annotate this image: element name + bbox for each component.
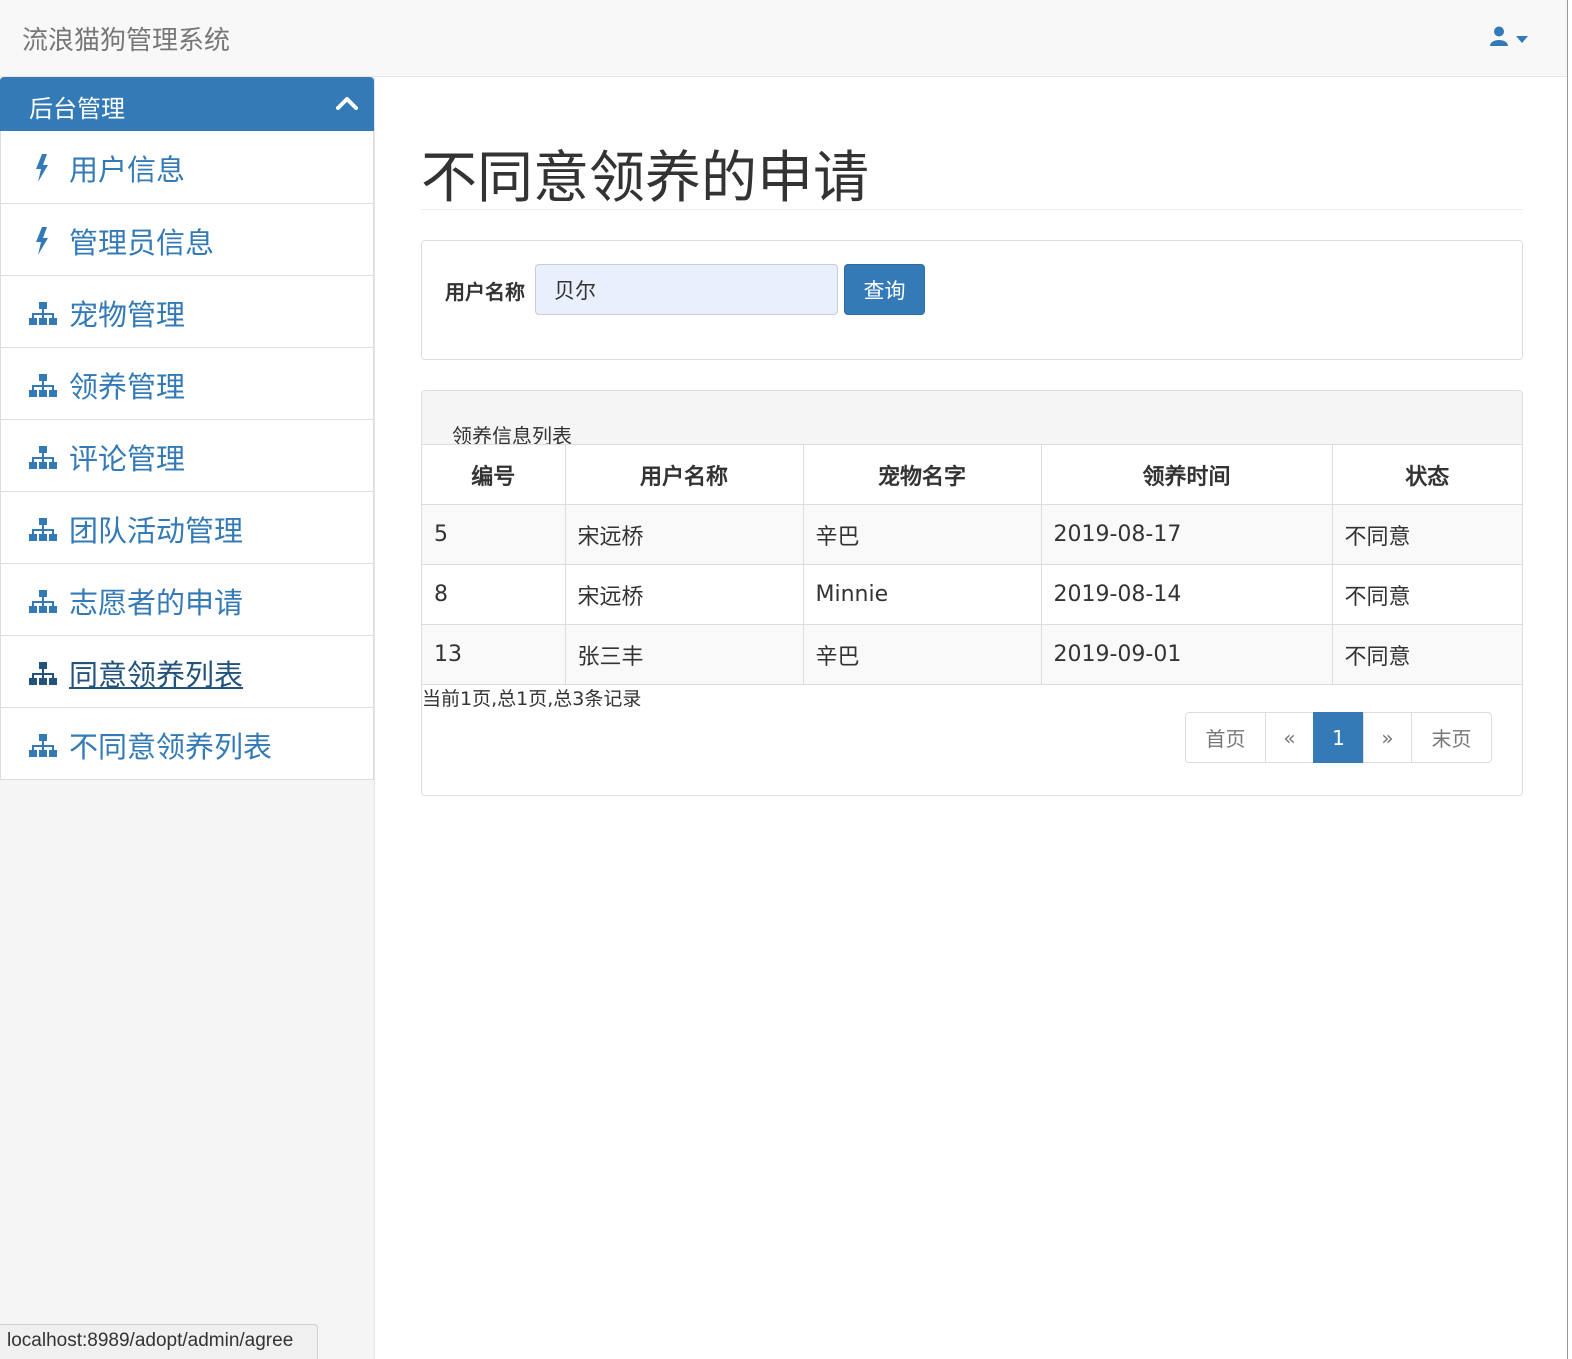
sidebar-item-pet-management[interactable]: 宠物管理 — [1, 275, 373, 347]
adoption-table: 编号 用户名称 宠物名字 领养时间 状态 5 宋远桥 辛巴 2019-08-17… — [422, 444, 1522, 685]
sidebar-item-label: 同意领养列表 — [69, 658, 244, 692]
sidebar-heading-label: 后台管理 — [29, 95, 125, 123]
prev-page-button[interactable]: « — [1265, 712, 1314, 763]
page-title: 不同意领养的申请 — [421, 146, 869, 211]
next-page-button[interactable]: » — [1363, 712, 1412, 763]
cell-pet-name: 辛巴 — [802, 504, 1042, 565]
sitemap-icon — [28, 586, 58, 616]
sidebar-item-user-info[interactable]: 用户信息 — [1, 131, 373, 203]
bolt-icon — [28, 153, 58, 183]
sitemap-icon — [28, 370, 58, 400]
cell-adoption-time: 2019-09-01 — [1040, 624, 1333, 685]
cell-adoption-time: 2019-08-17 — [1040, 504, 1333, 565]
sidebar-menu: 用户信息 管理员信息 宠物管理 领养管理 评论管理 团队活动管理 志愿者的申请 … — [0, 131, 374, 780]
sidebar-heading[interactable]: 后台管理 — [0, 77, 374, 131]
sidebar-item-label: 不同意领养列表 — [69, 730, 273, 764]
table-row: 8 宋远桥 Minnie 2019-08-14 不同意 — [422, 564, 1522, 625]
sitemap-icon — [28, 730, 58, 760]
column-header-pet-name: 宠物名字 — [802, 444, 1042, 505]
cell-id: 8 — [422, 564, 566, 625]
cell-status: 不同意 — [1331, 564, 1522, 625]
user-menu-toggle[interactable] — [1490, 26, 1528, 50]
pagination: 首页 « 1 » 末页 — [1185, 712, 1492, 763]
sidebar: 后台管理 用户信息 管理员信息 宠物管理 领养管理 评论管理 团队活动管理 志愿… — [0, 77, 375, 1359]
sitemap-icon — [28, 442, 58, 472]
browser-status-url: localhost:8989/adopt/admin/agree — [0, 1324, 318, 1359]
cell-username: 张三丰 — [564, 624, 804, 685]
sidebar-item-label: 用户信息 — [69, 153, 186, 187]
sidebar-item-label: 团队活动管理 — [69, 514, 244, 548]
search-label: 用户名称 — [445, 280, 525, 304]
table-row: 13 张三丰 辛巴 2019-09-01 不同意 — [422, 624, 1522, 685]
first-page-button[interactable]: 首页 — [1185, 712, 1266, 763]
adoption-list-panel: 领养信息列表 编号 用户名称 宠物名字 领养时间 状态 5 宋远桥 辛巴 201… — [421, 390, 1523, 796]
sidebar-item-label: 评论管理 — [69, 442, 186, 476]
sitemap-icon — [28, 298, 58, 328]
bolt-icon — [28, 226, 58, 256]
brand-title[interactable]: 流浪猫狗管理系统 — [22, 20, 230, 57]
sidebar-item-agreed-adoption-list[interactable]: 同意领养列表 — [1, 635, 373, 707]
sitemap-icon — [28, 514, 58, 544]
top-navbar: 流浪猫狗管理系统 — [0, 0, 1568, 77]
cell-pet-name: 辛巴 — [802, 624, 1042, 685]
sitemap-icon — [28, 658, 58, 688]
cell-status: 不同意 — [1331, 504, 1522, 565]
column-header-id: 编号 — [422, 444, 566, 505]
sidebar-item-adoption-management[interactable]: 领养管理 — [1, 347, 373, 419]
cell-status: 不同意 — [1331, 624, 1522, 685]
last-page-button[interactable]: 末页 — [1411, 712, 1492, 763]
search-button[interactable]: 查询 — [844, 264, 925, 315]
current-page-button[interactable]: 1 — [1313, 712, 1364, 763]
cell-id: 13 — [422, 624, 566, 685]
user-icon — [1490, 26, 1508, 50]
cell-adoption-time: 2019-08-14 — [1040, 564, 1333, 625]
chevron-up-icon[interactable] — [336, 95, 358, 114]
sidebar-item-label: 管理员信息 — [69, 226, 215, 260]
sidebar-item-volunteer-applications[interactable]: 志愿者的申请 — [1, 563, 373, 635]
caret-down-icon — [1516, 29, 1528, 48]
column-header-username: 用户名称 — [564, 444, 804, 505]
sidebar-item-team-activity-management[interactable]: 团队活动管理 — [1, 491, 373, 563]
cell-username: 宋远桥 — [564, 504, 804, 565]
list-heading: 领养信息列表 — [422, 391, 1522, 448]
sidebar-item-comment-management[interactable]: 评论管理 — [1, 419, 373, 491]
cell-id: 5 — [422, 504, 566, 565]
sidebar-item-label: 宠物管理 — [69, 298, 186, 332]
sidebar-item-rejected-adoption-list[interactable]: 不同意领养列表 — [1, 707, 373, 779]
sidebar-item-label: 领养管理 — [69, 370, 186, 404]
cell-username: 宋远桥 — [564, 564, 804, 625]
table-row: 5 宋远桥 辛巴 2019-08-17 不同意 — [422, 504, 1522, 565]
window-edge — [1567, 0, 1568, 1359]
table-header-row: 编号 用户名称 宠物名字 领养时间 状态 — [422, 444, 1522, 505]
cell-pet-name: Minnie — [802, 564, 1042, 625]
title-divider — [421, 209, 1523, 210]
column-header-status: 状态 — [1331, 444, 1522, 505]
sidebar-item-label: 志愿者的申请 — [69, 586, 244, 620]
search-panel: 用户名称 查询 — [421, 240, 1523, 360]
username-search-input[interactable] — [535, 264, 838, 315]
sidebar-item-admin-info[interactable]: 管理员信息 — [1, 203, 373, 275]
pagination-info: 当前1页,总1页,总3条记录 — [422, 688, 642, 710]
column-header-adoption-time: 领养时间 — [1040, 444, 1333, 505]
